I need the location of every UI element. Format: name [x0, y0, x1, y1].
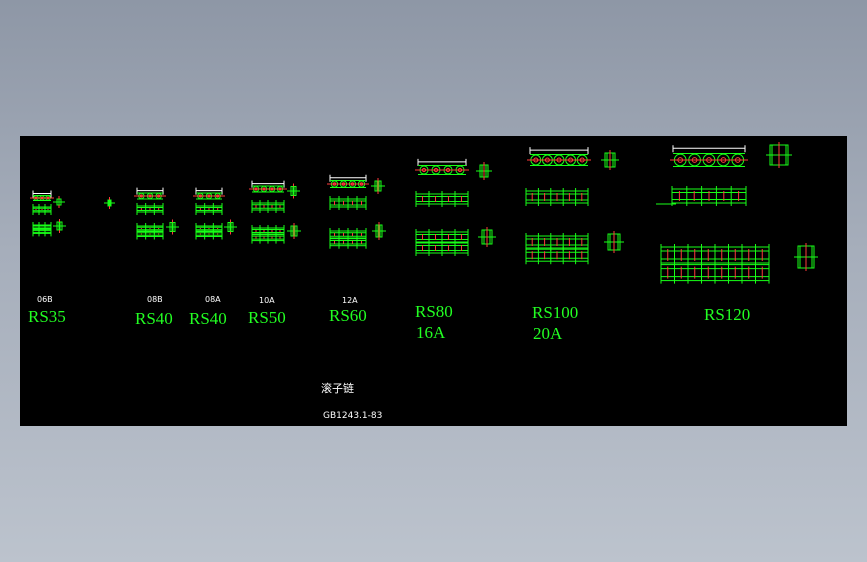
chain-name-rs50: RS50: [248, 308, 286, 327]
chain-name-rs80: RS80: [415, 302, 453, 321]
chain-code-08a: 08A: [205, 295, 221, 304]
chain-code-06b: 06B: [37, 295, 53, 304]
chain-name-rs35: RS35: [28, 307, 66, 326]
chain-drawings: [30, 142, 818, 284]
standard-number: GB1243.1-83: [323, 411, 383, 421]
chain-code-12a: 12A: [342, 296, 358, 305]
chain-name-20a: 20A: [533, 324, 563, 343]
chain-name-rs100: RS100: [532, 303, 579, 322]
chain-name-rs40-08b: RS40: [135, 309, 173, 328]
chain-name-rs120: RS120: [704, 305, 751, 324]
chain-code-08b: 08B: [147, 295, 163, 304]
chain-name-rs60: RS60: [329, 306, 367, 325]
drawing-title: 滚子链: [321, 382, 354, 395]
chain-name-16a: 16A: [416, 323, 446, 342]
chain-name-rs40-08a: RS40: [189, 309, 227, 328]
chain-code-10a: 10A: [259, 296, 275, 305]
drawing-canvas[interactable]: 06B RS35 08B RS40 08A RS40 10A RS50 12A …: [20, 136, 847, 426]
